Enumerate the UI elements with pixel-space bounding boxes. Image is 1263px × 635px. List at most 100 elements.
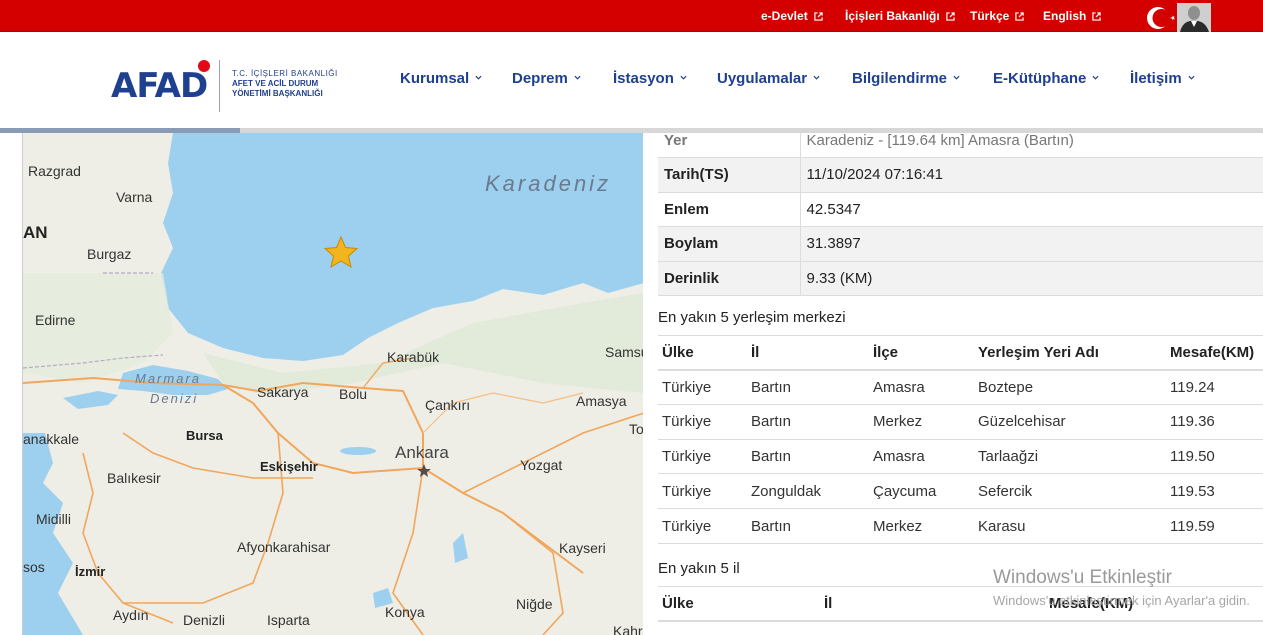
cell: Merkez bbox=[869, 508, 974, 544]
logo-line-1: T.C. İÇİŞLERİ BAKANLIĞI bbox=[232, 69, 338, 78]
info-value: Karadeniz - [119.64 km] Amasra (Bartın) bbox=[800, 133, 1263, 158]
cell: Karasu bbox=[974, 508, 1166, 544]
cell: Çaycuma bbox=[869, 473, 974, 510]
nav-label: Uygulamalar bbox=[717, 70, 808, 87]
map-label-karabuk: Karabük bbox=[387, 349, 440, 365]
map-label-izmir: İzmir bbox=[75, 564, 106, 579]
turkce-link[interactable]: Türkçe bbox=[970, 0, 1025, 32]
cell: Türkiye bbox=[658, 404, 747, 440]
map-label-marmara: Marmara bbox=[135, 371, 202, 386]
nearest-settlements-title: En yakın 5 yerleşim merkezi bbox=[658, 309, 846, 326]
map-label-edirne: Edirne bbox=[35, 312, 76, 328]
external-link-icon bbox=[946, 12, 955, 21]
windows-activation-subtitle: Windows'u etkinleştirmek için Ayarlar'a … bbox=[993, 593, 1250, 608]
map-label-sos: sos bbox=[23, 559, 45, 575]
cell: 119.53 bbox=[1166, 473, 1263, 510]
nav-deprem[interactable]: Deprem bbox=[512, 70, 581, 94]
external-link-icon bbox=[1092, 12, 1102, 21]
map-label-kahr: Kahr bbox=[613, 623, 643, 635]
cell: Sefercik bbox=[974, 473, 1166, 510]
map-label-to: To bbox=[629, 421, 643, 437]
english-link-label: English bbox=[1043, 9, 1087, 23]
info-value: 11/10/2024 07:16:41 bbox=[800, 157, 1263, 193]
chevron-down-icon bbox=[813, 75, 820, 80]
cell: 119.24 bbox=[1166, 369, 1263, 405]
nav-e-kutuphane[interactable]: E-Kütüphane bbox=[993, 70, 1099, 94]
cell: Türkiye bbox=[658, 508, 747, 544]
chevron-down-icon bbox=[680, 75, 687, 80]
cell: Türkiye bbox=[658, 439, 747, 475]
nearest-settlements-table: Ülke İl İlçe Yerleşim Yeri Adı Mesafe(KM… bbox=[658, 335, 1263, 544]
map-label-varna: Varna bbox=[116, 189, 153, 205]
map-label-afyonkarahisar: Afyonkarahisar bbox=[237, 539, 331, 555]
col-ulke: Ülke bbox=[658, 586, 820, 622]
info-key: Enlem bbox=[658, 192, 801, 227]
earthquake-detail-panel: Yer Karadeniz - [119.64 km] Amasra (Bart… bbox=[643, 133, 1263, 635]
afad-wordmark: AFAD bbox=[111, 66, 208, 106]
logo-crescent-icon bbox=[198, 60, 210, 72]
logo-subtitle: T.C. İÇİŞLERİ BAKANLIĞI AFET VE ACİL DUR… bbox=[232, 69, 342, 99]
info-key: Yer bbox=[658, 133, 801, 158]
map-label-canakkale: anakkale bbox=[23, 431, 80, 447]
nav-istasyon[interactable]: İstasyon bbox=[613, 70, 687, 94]
earthquake-map[interactable]: Karadeniz Marmara Denizi Razgrad Varna A… bbox=[0, 133, 643, 635]
info-value: 9.33 (KM) bbox=[800, 261, 1263, 296]
chevron-down-icon bbox=[953, 75, 960, 80]
nav-iletisim[interactable]: İletişim bbox=[1130, 70, 1195, 94]
col-yerlesim: Yerleşim Yeri Adı bbox=[974, 335, 1166, 371]
cell: Türkiye bbox=[658, 369, 747, 405]
windows-activation-watermark: Windows'u Etkinleştir bbox=[993, 567, 1172, 588]
info-row-yer: Yer Karadeniz - [119.64 km] Amasra (Bart… bbox=[658, 133, 1263, 158]
nav-bilgilendirme[interactable]: Bilgilendirme bbox=[852, 70, 960, 94]
cell: Bartın bbox=[747, 369, 869, 405]
map-label-an: AN bbox=[23, 223, 48, 242]
info-row-boylam: Boylam 31.3897 bbox=[658, 226, 1263, 262]
map-canvas[interactable]: Karadeniz Marmara Denizi Razgrad Varna A… bbox=[22, 133, 643, 635]
top-bar: e-Devlet İçişleri Bakanlığı Türkçe Engli… bbox=[0, 0, 1263, 32]
logo-line-3: YÖNETİMİ BAŞKANLIĞI bbox=[232, 89, 323, 98]
cell: Türkiye bbox=[658, 473, 747, 510]
nav-label: İstasyon bbox=[613, 70, 674, 87]
cell: Bartın bbox=[747, 404, 869, 440]
cell: 119.36 bbox=[1166, 404, 1263, 440]
map-label-samsun: Samsu bbox=[605, 344, 643, 360]
map-label-amasya: Amasya bbox=[576, 393, 627, 409]
nav-kurumsal[interactable]: Kurumsal bbox=[400, 70, 482, 94]
map-label-eskisehir: Eskişehir bbox=[260, 459, 318, 474]
map-label-balikesir: Balıkesir bbox=[107, 470, 161, 486]
icisleri-link[interactable]: İçişleri Bakanlığı bbox=[845, 0, 955, 32]
nav-uygulamalar[interactable]: Uygulamalar bbox=[717, 70, 820, 94]
nav-label: E-Kütüphane bbox=[993, 70, 1087, 87]
chevron-down-icon bbox=[1092, 75, 1099, 80]
external-link-icon bbox=[814, 12, 823, 21]
map-label-konya: Konya bbox=[385, 604, 425, 620]
chevron-down-icon bbox=[475, 75, 482, 80]
logo-divider bbox=[219, 60, 220, 112]
earthquake-info-table: Yer Karadeniz - [119.64 km] Amasra (Bart… bbox=[658, 133, 1263, 296]
english-link[interactable]: English bbox=[1043, 0, 1102, 32]
cell: Amasra bbox=[869, 439, 974, 475]
cell: Bartın bbox=[747, 439, 869, 475]
table-row: Türkiye Zonguldak Çaycuma Sefercik 119.5… bbox=[658, 473, 1263, 510]
map-label-burgaz: Burgaz bbox=[87, 246, 132, 262]
turkce-link-label: Türkçe bbox=[970, 9, 1010, 23]
table-header-row: Ülke İl İlçe Yerleşim Yeri Adı Mesafe(KM… bbox=[658, 335, 1263, 371]
map-label-aydin: Aydın bbox=[113, 607, 149, 623]
chevron-down-icon bbox=[574, 75, 581, 80]
info-value: 42.5347 bbox=[800, 192, 1263, 227]
info-key: Boylam bbox=[658, 226, 801, 262]
info-row-tarih: Tarih(TS) 11/10/2024 07:16:41 bbox=[658, 157, 1263, 193]
map-label-nigde: Niğde bbox=[516, 596, 553, 612]
map-label-kayseri: Kayseri bbox=[559, 540, 606, 556]
map-label-razgrad: Razgrad bbox=[28, 163, 81, 179]
map-graphic bbox=[23, 133, 643, 635]
cell: Güzelcehisar bbox=[974, 404, 1166, 440]
map-label-yozgat: Yozgat bbox=[520, 457, 563, 473]
map-label-sakarya: Sakarya bbox=[257, 384, 309, 400]
nav-label: Deprem bbox=[512, 70, 568, 87]
cell: 119.59 bbox=[1166, 508, 1263, 544]
col-ilce: İlçe bbox=[869, 335, 974, 371]
info-row-derinlik: Derinlik 9.33 (KM) bbox=[658, 261, 1263, 296]
edevlet-link[interactable]: e-Devlet bbox=[761, 0, 823, 32]
cell: Zonguldak bbox=[747, 473, 869, 510]
